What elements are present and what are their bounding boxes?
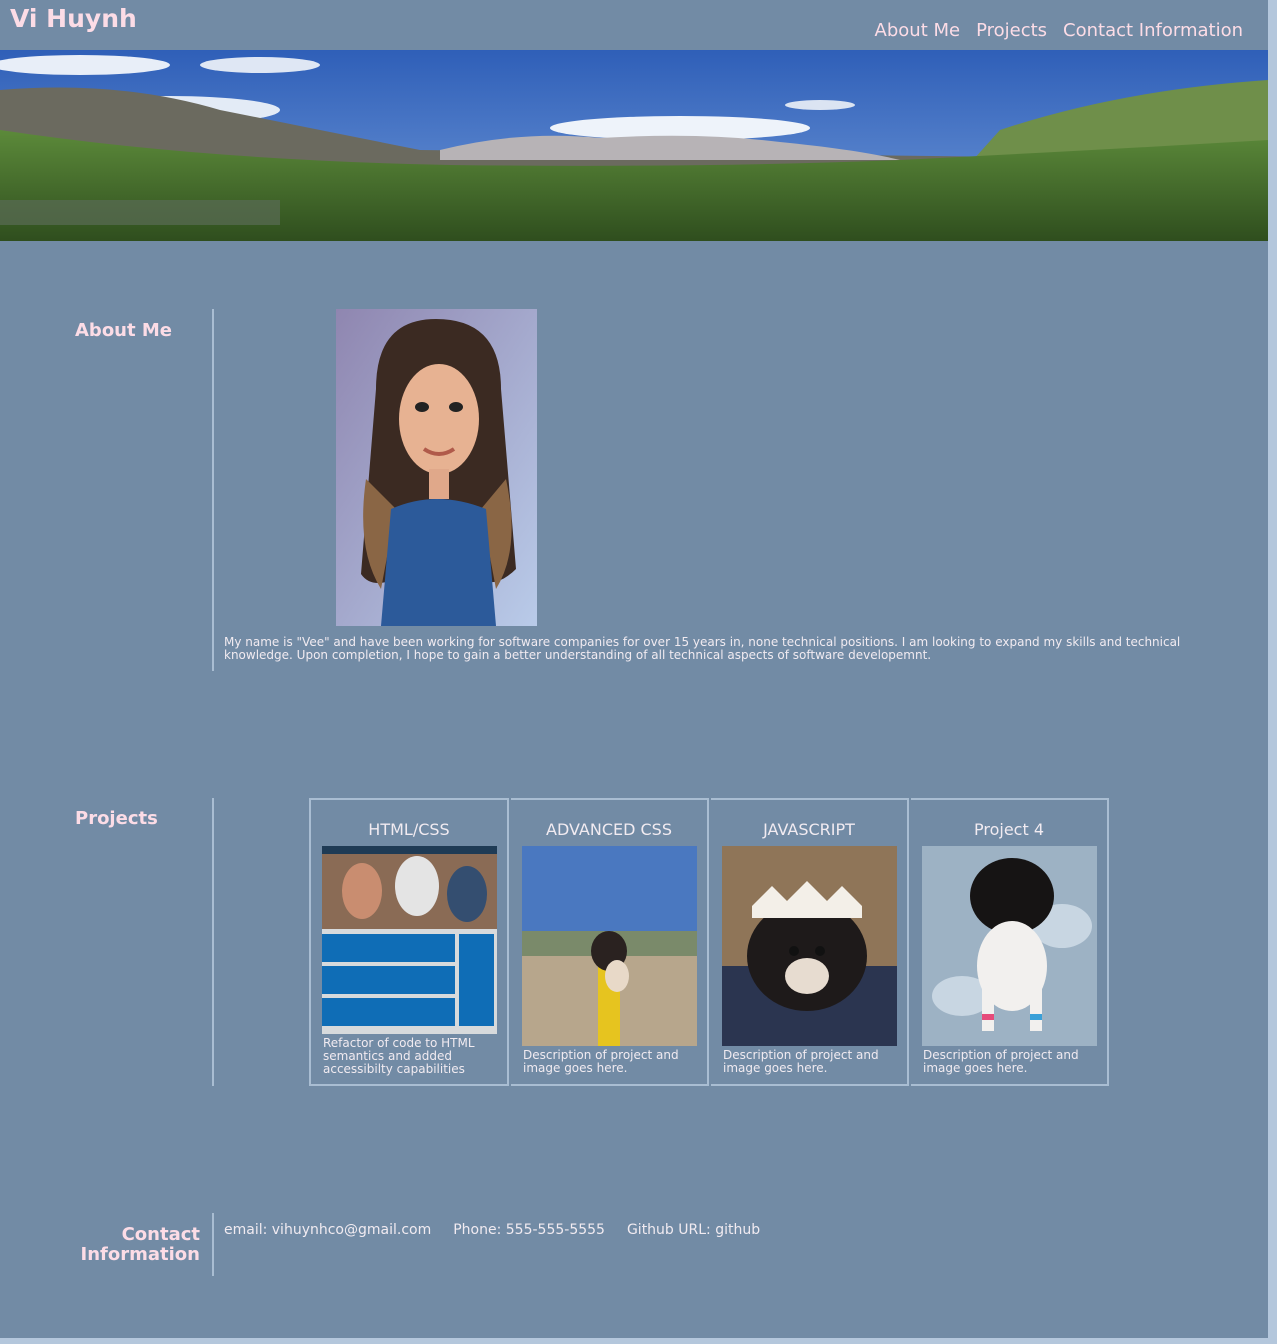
contact-phone[interactable]: Phone: 555-555-5555 [453,1222,605,1238]
project-photo-dog-image [522,846,697,1046]
project-title: ADVANCED CSS [546,820,672,839]
page-bottom-border [0,1338,1277,1344]
projects-heading: Projects [75,808,158,829]
project-description: Description of project and image goes he… [523,1048,679,1075]
project-description: Description of project and image goes he… [923,1048,1079,1075]
site-title: Vi Huynh [10,4,137,33]
contact-info: email: vihuynhco@gmail.com Phone: 555-55… [224,1222,760,1238]
about-heading: About Me [75,320,172,341]
contact-email[interactable]: email: vihuynhco@gmail.com [224,1222,431,1238]
site-header: Vi Huynh About Me Projects Contact Infor… [0,0,1268,44]
contact-github[interactable]: Github URL: github [627,1222,760,1238]
avatar-image [336,309,537,626]
project-card-javascript[interactable]: JAVASCRIPT Description of project and im… [711,798,909,1086]
about-text: My name is "Vee" and have been working f… [224,635,1181,662]
project-title: JAVASCRIPT [763,820,855,839]
project-screenshot-image [322,846,497,1034]
project-title: HTML/CSS [368,820,450,839]
project-title: Project 4 [973,820,1044,839]
project-card-advanced-css[interactable]: ADVANCED CSS Description of project and … [511,798,709,1086]
contact-divider [212,1213,214,1276]
projects-grid: HTML/CSS Refactor of code to HTML semant… [309,798,1109,1086]
project-description: Refactor of code to HTML semantics and a… [323,1036,475,1076]
about-divider [212,309,214,671]
page: Vi Huynh About Me Projects Contact Infor… [0,0,1268,1338]
contact-heading: Contact Information [80,1224,200,1265]
project-photo-dog-crown-image [722,846,897,1046]
project-card-html-css[interactable]: HTML/CSS Refactor of code to HTML semant… [309,798,509,1086]
projects-divider [212,798,214,1086]
project-photo-puppy-image [922,846,1097,1046]
project-description: Description of project and image goes he… [723,1048,879,1075]
main-nav: About Me Projects Contact Information [875,20,1243,41]
nav-contact-information[interactable]: Contact Information [1063,20,1243,41]
project-card-project-4[interactable]: Project 4 Description of project and ima… [911,798,1109,1086]
nav-projects[interactable]: Projects [976,20,1047,41]
hero-banner-image [0,50,1268,241]
nav-about-me[interactable]: About Me [875,20,961,41]
